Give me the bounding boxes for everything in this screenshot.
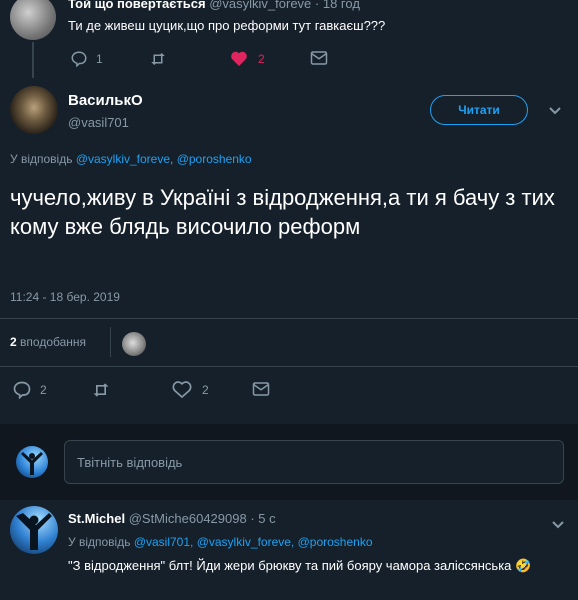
prev-reply-button[interactable]: 1 xyxy=(70,50,103,68)
prev-tweet-header: Той що повертається @vasylkiv_foreve · 1… xyxy=(68,0,360,11)
main-tweet-timestamp[interactable]: 11:24 - 18 бер. 2019 xyxy=(10,290,120,304)
more-options-icon[interactable] xyxy=(552,516,564,529)
follow-button-label: Читати xyxy=(458,103,500,117)
prev-tweet-display-name[interactable]: Той що повертається xyxy=(68,0,206,11)
reply-mention-1[interactable]: @vasil701, xyxy=(134,535,194,549)
prev-dm-button[interactable] xyxy=(310,50,328,66)
main-tweet-text: чучело,живу в Україні з відродження,а ти… xyxy=(10,185,555,239)
divider xyxy=(110,327,111,357)
reply-composer: Твітніть відповідь xyxy=(0,424,578,500)
thread-line xyxy=(32,42,34,78)
reply-mention-3[interactable]: @poroshenko xyxy=(298,535,373,549)
reply-icon xyxy=(13,381,31,400)
main-reply-button[interactable]: 2 xyxy=(12,380,47,400)
composer-avatar xyxy=(16,446,48,478)
main-reply-context: У відповідь @vasylkiv_foreve, @poroshenk… xyxy=(10,152,252,166)
likes-label: вподобання xyxy=(20,335,87,349)
prev-retweet-button[interactable] xyxy=(148,50,174,68)
main-mention-2[interactable]: @poroshenko xyxy=(177,152,252,166)
reply-tweet-text: "З відродження" блт! Йди жери брюкву та … xyxy=(68,558,532,573)
main-tweet-display-name[interactable]: ВасилькО xyxy=(68,92,143,109)
retweet-icon xyxy=(151,53,165,65)
divider xyxy=(0,318,578,319)
reply-tweet-header: St.Michel @StMiche60429098 · 5 с xyxy=(68,511,276,526)
liker-avatar[interactable] xyxy=(122,332,146,356)
main-reply-count: 2 xyxy=(40,383,47,397)
reply-input[interactable]: Твітніть відповідь xyxy=(64,440,564,484)
prev-like-button[interactable]: 2 xyxy=(230,50,265,67)
retweet-icon xyxy=(93,383,109,397)
prev-tweet-time[interactable]: · 18 год xyxy=(315,0,360,11)
silhouette-icon xyxy=(16,513,52,550)
prev-tweet-text: Ти де живеш цуцик,що про реформи тут гав… xyxy=(68,18,386,33)
heart-filled-icon xyxy=(231,51,247,66)
reply-icon xyxy=(71,51,87,68)
main-reply-prefix: У відповідь xyxy=(10,152,73,166)
main-retweet-button[interactable] xyxy=(90,380,112,400)
reply-tweet-handle[interactable]: @StMiche60429098 xyxy=(129,511,247,526)
prev-like-count: 2 xyxy=(258,51,265,66)
main-dm-button[interactable] xyxy=(252,381,270,397)
main-like-button[interactable]: 2 xyxy=(172,380,209,399)
prev-reply-count: 1 xyxy=(96,52,103,66)
main-like-count: 2 xyxy=(202,382,209,397)
reply-context: У відповідь @vasil701, @vasylkiv_foreve,… xyxy=(68,535,373,549)
reply-mention-2[interactable]: @vasylkiv_foreve, xyxy=(197,535,295,549)
reply-tweet-time[interactable]: · 5 с xyxy=(250,511,275,526)
main-tweet-handle[interactable]: @vasil701 xyxy=(68,115,129,130)
envelope-icon xyxy=(252,382,270,396)
follow-button[interactable]: Читати xyxy=(430,95,528,125)
main-tweet-avatar[interactable] xyxy=(10,86,58,134)
likes-summary[interactable]: 2 вподобання xyxy=(10,335,86,349)
more-options-icon[interactable] xyxy=(548,103,562,115)
prev-tweet-avatar[interactable] xyxy=(10,0,56,40)
reply-tweet-display-name[interactable]: St.Michel xyxy=(68,511,125,526)
silhouette-icon xyxy=(21,452,43,475)
prev-tweet-handle[interactable]: @vasylkiv_foreve xyxy=(209,0,311,11)
likes-number: 2 xyxy=(10,335,17,349)
reply-context-prefix: У відповідь xyxy=(68,535,131,549)
reply-tweet-avatar[interactable] xyxy=(10,506,58,554)
main-mention-1[interactable]: @vasylkiv_foreve xyxy=(76,152,170,166)
heart-icon xyxy=(172,381,192,399)
reply-input-placeholder: Твітніть відповідь xyxy=(77,454,183,470)
divider xyxy=(0,366,578,367)
envelope-icon xyxy=(310,51,328,65)
